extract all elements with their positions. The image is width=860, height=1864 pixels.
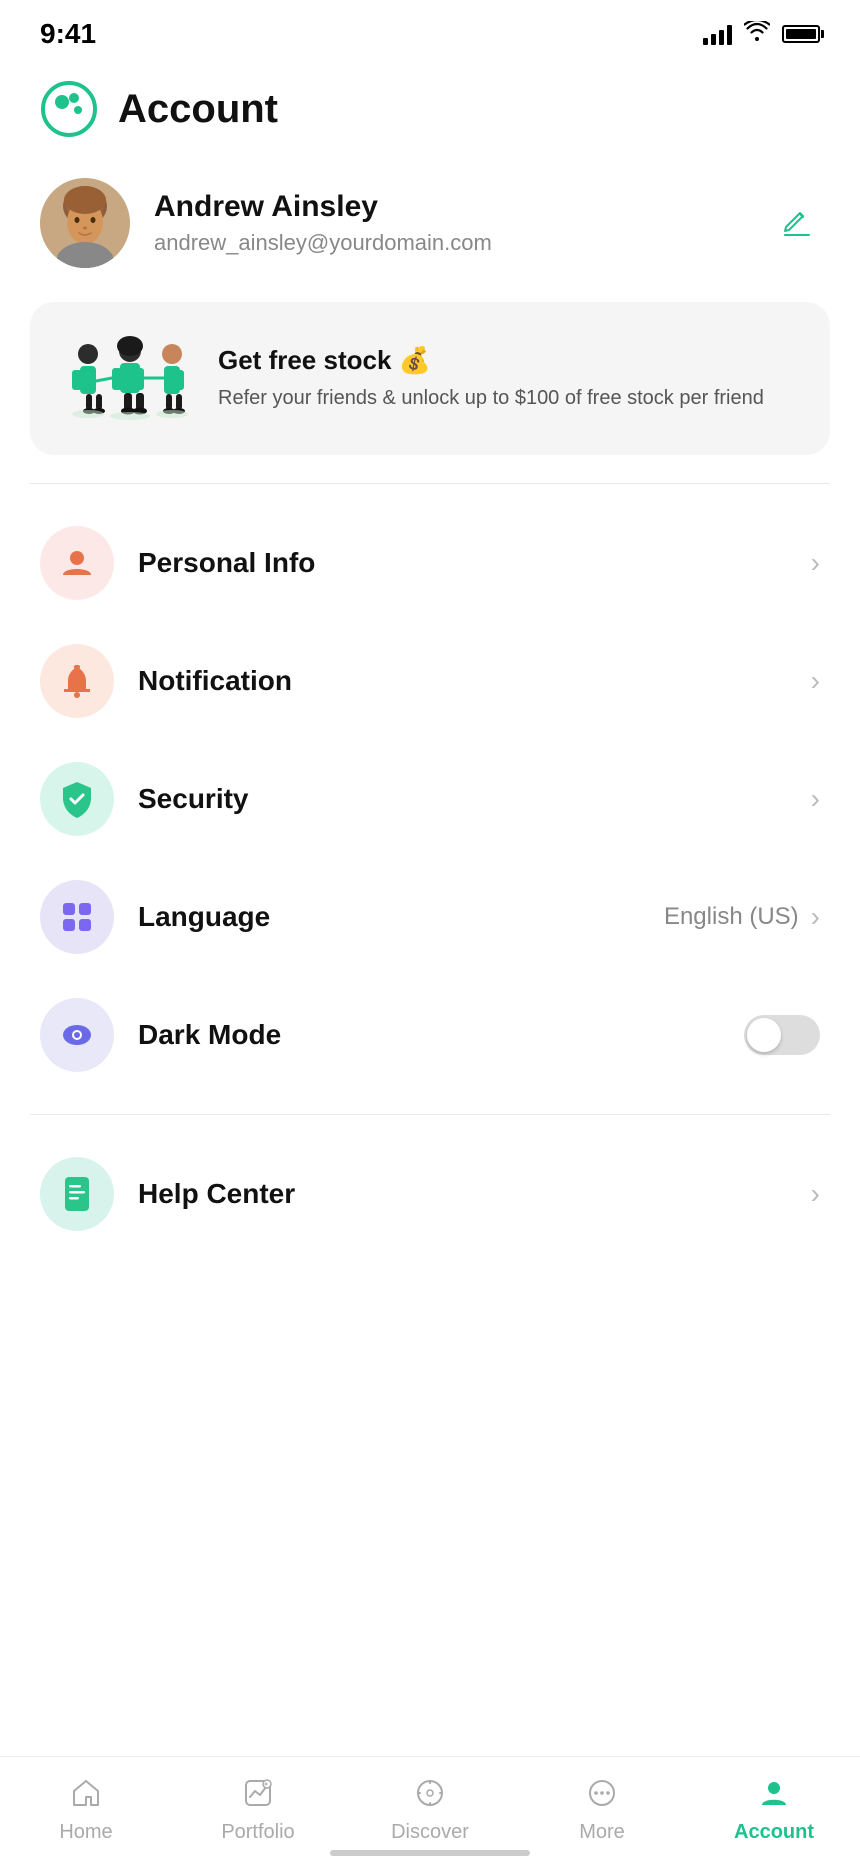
profile-section: Andrew Ainsley andrew_ainsley@yourdomain… xyxy=(0,162,860,292)
menu-item-security[interactable]: Security › xyxy=(0,740,860,858)
dark-mode-label: Dark Mode xyxy=(138,1019,744,1051)
referral-title: Get free stock 💰 xyxy=(218,345,802,376)
language-icon-wrap xyxy=(40,880,114,954)
more-nav-label: More xyxy=(579,1821,625,1844)
app-logo xyxy=(40,80,98,138)
status-bar: 9:41 xyxy=(0,0,860,60)
language-value: English (US) xyxy=(664,903,799,931)
portfolio-nav-label: Portfolio xyxy=(221,1821,294,1844)
nav-item-home[interactable]: Home xyxy=(0,1771,172,1844)
settings-menu: Personal Info › Notification › xyxy=(0,494,860,1104)
divider-1 xyxy=(30,483,830,484)
discover-nav-label: Discover xyxy=(391,1821,469,1844)
bottom-nav: Home Portfolio Discover xyxy=(0,1756,860,1864)
page-header: Account xyxy=(0,60,860,162)
menu-item-language[interactable]: Language English (US) › xyxy=(0,858,860,976)
nav-item-account[interactable]: Account xyxy=(688,1771,860,1844)
security-icon-wrap xyxy=(40,762,114,836)
status-icons xyxy=(703,21,820,47)
person-icon xyxy=(59,545,95,581)
chevron-right-icon: › xyxy=(811,1178,820,1210)
menu-item-notification[interactable]: Notification › xyxy=(0,622,860,740)
chevron-right-icon: › xyxy=(811,665,820,697)
edit-profile-button[interactable] xyxy=(774,200,820,246)
shield-icon xyxy=(60,780,94,818)
more-icon xyxy=(580,1771,624,1815)
nav-item-discover[interactable]: Discover xyxy=(344,1771,516,1844)
help-center-icon-wrap xyxy=(40,1157,114,1231)
menu-item-help-center[interactable]: Help Center › xyxy=(0,1135,860,1253)
referral-text: Get free stock 💰 Refer your friends & un… xyxy=(218,345,802,412)
chevron-right-icon: › xyxy=(811,547,820,579)
grid-icon xyxy=(58,898,96,936)
referral-description: Refer your friends & unlock up to $100 o… xyxy=(218,384,802,412)
account-nav-icon xyxy=(752,1771,796,1815)
language-label: Language xyxy=(138,901,664,933)
status-time: 9:41 xyxy=(40,18,96,50)
nav-item-more[interactable]: More xyxy=(516,1771,688,1844)
page-title: Account xyxy=(118,87,278,132)
dark-mode-icon-wrap xyxy=(40,998,114,1072)
chevron-right-icon: › xyxy=(811,901,820,933)
signal-icon xyxy=(703,23,732,45)
help-center-label: Help Center xyxy=(138,1178,811,1210)
profile-info: Andrew Ainsley andrew_ainsley@yourdomain… xyxy=(154,190,774,256)
menu-item-personal-info[interactable]: Personal Info › xyxy=(0,504,860,622)
dark-mode-toggle[interactable] xyxy=(744,1015,820,1055)
divider-2 xyxy=(30,1114,830,1115)
chevron-right-icon: › xyxy=(811,783,820,815)
toggle-thumb xyxy=(747,1018,781,1052)
referral-card[interactable]: Get free stock 💰 Refer your friends & un… xyxy=(30,302,830,455)
eye-icon xyxy=(59,1017,95,1053)
home-nav-label: Home xyxy=(59,1821,112,1844)
portfolio-icon xyxy=(236,1771,280,1815)
wifi-icon xyxy=(744,21,770,47)
notification-label: Notification xyxy=(138,665,811,697)
home-icon xyxy=(64,1771,108,1815)
discover-icon xyxy=(408,1771,452,1815)
account-nav-label: Account xyxy=(734,1821,814,1844)
profile-name: Andrew Ainsley xyxy=(154,190,774,224)
help-menu: Help Center › xyxy=(0,1125,860,1263)
home-indicator xyxy=(330,1850,530,1856)
battery-icon xyxy=(782,25,820,43)
security-label: Security xyxy=(138,783,811,815)
referral-illustration xyxy=(58,326,198,431)
personal-info-icon-wrap xyxy=(40,526,114,600)
nav-item-portfolio[interactable]: Portfolio xyxy=(172,1771,344,1844)
doc-icon xyxy=(59,1175,95,1213)
profile-email: andrew_ainsley@yourdomain.com xyxy=(154,230,774,256)
bell-icon xyxy=(60,663,94,699)
avatar xyxy=(40,178,130,268)
personal-info-label: Personal Info xyxy=(138,547,811,579)
menu-item-dark-mode[interactable]: Dark Mode xyxy=(0,976,860,1094)
notification-icon-wrap xyxy=(40,644,114,718)
